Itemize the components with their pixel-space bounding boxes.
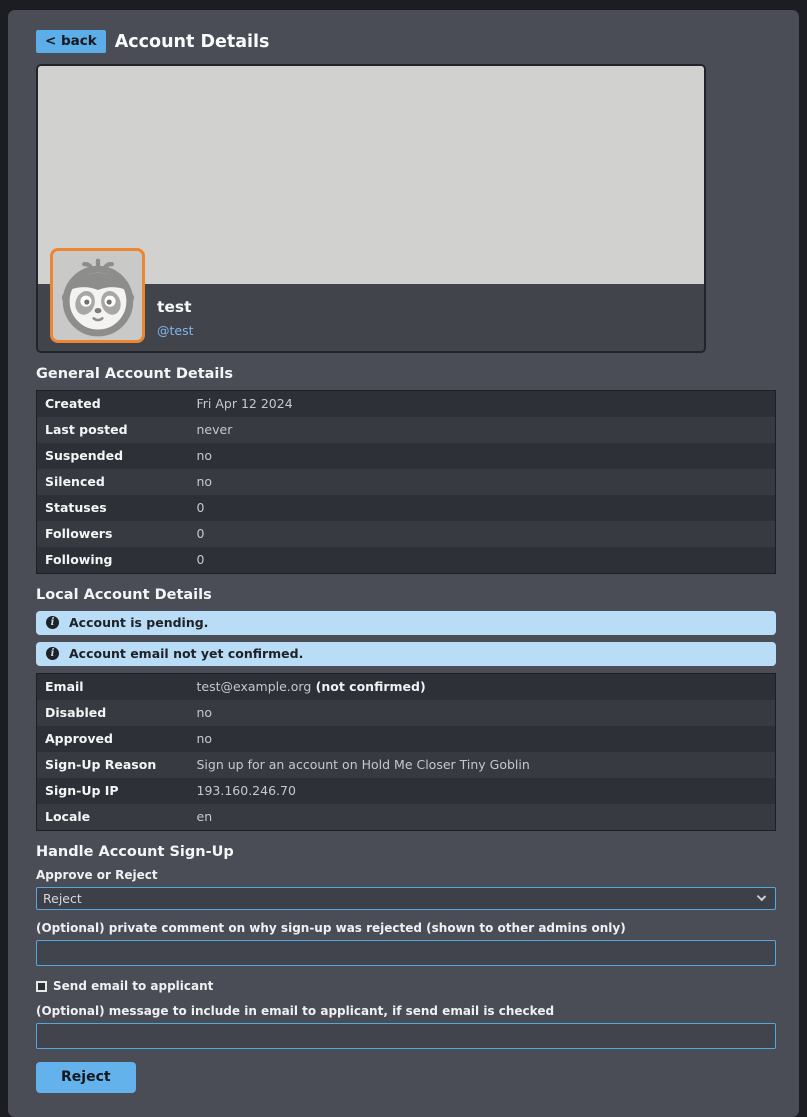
- local-notices: i Account is pending. i Account email not y…: [36, 611, 776, 666]
- row-value: Fri Apr 12 2024: [189, 391, 776, 418]
- sloth-avatar-icon[interactable]: [50, 248, 145, 343]
- row-value: no: [189, 726, 776, 752]
- general-details-table: CreatedFri Apr 12 2024Last postedneverSu…: [36, 390, 776, 574]
- row-label: Last posted: [37, 417, 189, 443]
- row-value: no: [189, 700, 776, 726]
- row-value: test@example.org (not confirmed): [189, 674, 776, 701]
- approve-reject-label: Approve or Reject: [36, 868, 776, 882]
- info-banner: i Account email not yet confirmed.: [36, 642, 776, 666]
- table-row: Localeen: [37, 804, 776, 831]
- row-label: Email: [37, 674, 189, 701]
- row-label: Followers: [37, 521, 189, 547]
- reject-button[interactable]: Reject: [36, 1062, 136, 1093]
- row-label: Following: [37, 547, 189, 574]
- email-message-label: (Optional) message to include in email t…: [36, 1004, 776, 1018]
- profile-card: test @test: [36, 64, 706, 353]
- row-value: never: [189, 417, 776, 443]
- row-value: 193.160.246.70: [189, 778, 776, 804]
- table-row: Suspendedno: [37, 443, 776, 469]
- page-header: < back Account Details: [36, 30, 776, 53]
- table-row: Approvedno: [37, 726, 776, 752]
- table-row: Emailtest@example.org (not confirmed): [37, 674, 776, 701]
- row-label: Sign-Up Reason: [37, 752, 189, 778]
- info-banner-text: Account email not yet confirmed.: [69, 646, 303, 661]
- row-value: no: [189, 469, 776, 495]
- row-label: Approved: [37, 726, 189, 752]
- row-label: Silenced: [37, 469, 189, 495]
- info-icon: i: [46, 647, 59, 660]
- table-row: Sign-Up ReasonSign up for an account on …: [37, 752, 776, 778]
- table-row: Last postednever: [37, 417, 776, 443]
- info-icon: i: [46, 616, 59, 629]
- table-row: Following0: [37, 547, 776, 574]
- row-value: no: [189, 443, 776, 469]
- sloth-avatar-graphic: [55, 253, 141, 339]
- row-value: en: [189, 804, 776, 831]
- handle-signup-heading: Handle Account Sign-Up: [36, 844, 776, 860]
- email-message-input[interactable]: [36, 1023, 776, 1049]
- approve-reject-select-wrap: Reject: [36, 887, 776, 910]
- local-details-heading: Local Account Details: [36, 587, 776, 603]
- local-details-table: Emailtest@example.org (not confirmed)Dis…: [36, 673, 776, 831]
- back-button[interactable]: < back: [36, 30, 106, 53]
- row-label: Locale: [37, 804, 189, 831]
- table-row: Silencedno: [37, 469, 776, 495]
- table-row: Disabledno: [37, 700, 776, 726]
- send-email-checkbox[interactable]: [36, 981, 47, 992]
- profile-display-name: test: [157, 298, 704, 316]
- row-value: 0: [189, 521, 776, 547]
- row-label: Disabled: [37, 700, 189, 726]
- table-row: Statuses0: [37, 495, 776, 521]
- table-row: Sign-Up IP193.160.246.70: [37, 778, 776, 804]
- general-details-heading: General Account Details: [36, 366, 776, 382]
- info-banner-text: Account is pending.: [69, 615, 208, 630]
- approve-reject-select[interactable]: Reject: [36, 887, 776, 910]
- row-value: 0: [189, 495, 776, 521]
- table-row: Followers0: [37, 521, 776, 547]
- row-value: Sign up for an account on Hold Me Closer…: [189, 752, 776, 778]
- account-details-panel: < back Account Details test @test: [8, 10, 799, 1117]
- handle-signup-form: Approve or Reject Reject (Optional) priv…: [36, 868, 776, 1093]
- page-title: Account Details: [115, 32, 270, 52]
- row-value: 0: [189, 547, 776, 574]
- row-label: Statuses: [37, 495, 189, 521]
- send-email-row[interactable]: Send email to applicant: [36, 979, 776, 993]
- profile-handle-link[interactable]: @test: [157, 323, 704, 338]
- row-label: Suspended: [37, 443, 189, 469]
- row-label: Sign-Up IP: [37, 778, 189, 804]
- row-label: Created: [37, 391, 189, 418]
- private-comment-input[interactable]: [36, 940, 776, 966]
- info-banner: i Account is pending.: [36, 611, 776, 635]
- send-email-label: Send email to applicant: [53, 979, 213, 993]
- private-comment-label: (Optional) private comment on why sign-u…: [36, 921, 776, 935]
- table-row: CreatedFri Apr 12 2024: [37, 391, 776, 418]
